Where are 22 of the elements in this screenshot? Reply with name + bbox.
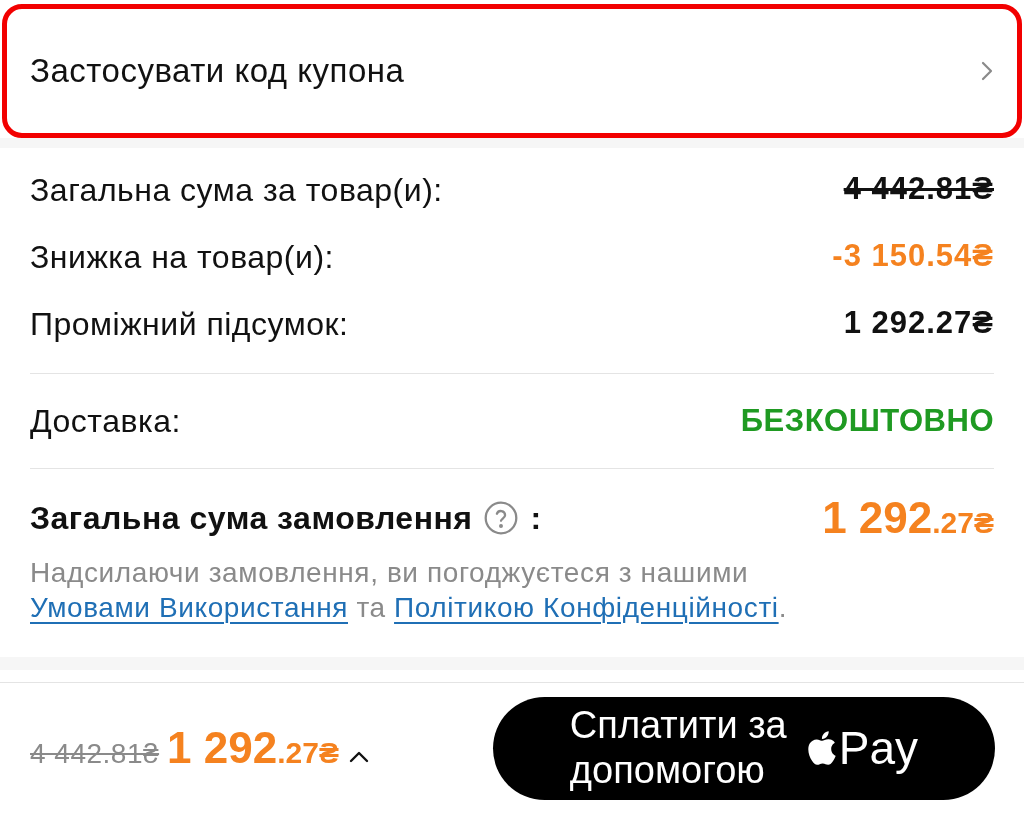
colon-text: : bbox=[530, 499, 542, 538]
price-label: Загальна сума за товар(и): bbox=[30, 170, 443, 210]
price-label: Проміжний підсумок: bbox=[30, 304, 349, 344]
price-label: Знижка на товар(и): bbox=[30, 237, 334, 277]
old-price: 4 442.81₴ bbox=[30, 737, 160, 771]
discount-amount: -3 150.54₴ bbox=[832, 237, 994, 276]
original-price: 4 442.81₴ bbox=[843, 170, 994, 209]
terms-link[interactable]: Політикою Конфіденційності bbox=[394, 592, 779, 623]
terms-text: Надсилаючи замовлення, ви погоджуєтеся з нашими Умовами Використання та Політикою Конфіденційності. bbox=[29, 556, 788, 625]
shipping-label: Доставка: bbox=[30, 402, 181, 441]
order-total-label: Загальна сума замовлення bbox=[30, 499, 473, 538]
chevron-right-icon bbox=[981, 61, 993, 81]
pay-button[interactable]: Сплатити за допомогою Pay bbox=[493, 696, 995, 800]
apple-icon bbox=[807, 731, 836, 765]
coupon-button[interactable]: Застосувати код купона bbox=[2, 4, 1022, 138]
terms-link[interactable]: Умовами Використання bbox=[30, 592, 348, 623]
caret-up-icon[interactable] bbox=[348, 751, 369, 763]
shipping-price: БЕЗКОШТОВНО bbox=[740, 401, 994, 440]
help-icon[interactable] bbox=[484, 501, 519, 535]
subtotal-amount: 1 292.27₴ bbox=[843, 304, 994, 343]
order-total-amount: 1 292.27₴ bbox=[822, 496, 994, 540]
total-price: 1 292.27₴ bbox=[167, 722, 339, 774]
